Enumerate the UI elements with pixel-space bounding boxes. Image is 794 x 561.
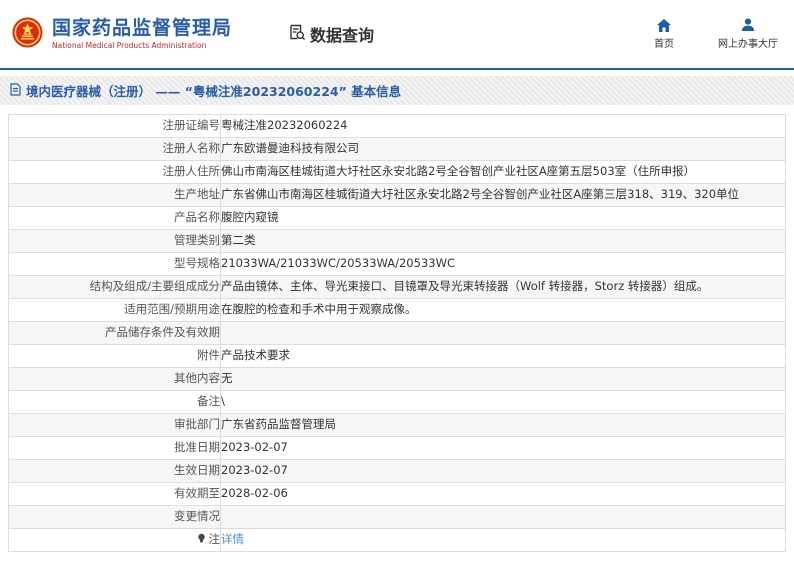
table-row: 管理类别 第二类 [8,229,786,253]
row-label: 审批部门 [8,413,221,437]
row-value: 腹腔内窥镜 [220,206,786,230]
row-label: 型号规格 [8,252,221,276]
row-value: 产品技术要求 [220,344,786,368]
registration-info-table: 注册证编号 粤械注准20232060224 注册人名称 广东欧谱曼迪科技有限公司 注册人… [8,114,786,552]
user-icon [741,18,755,32]
row-label: 生效日期 [8,459,221,483]
table-row: 型号规格 21033WA/21033WC/20533WA/20533WC [8,252,786,276]
row-label: 其他内容 [8,367,221,391]
row-label: 产品名称 [8,206,221,230]
row-value [220,505,786,529]
row-value: 2023-02-07 [220,436,786,460]
nav-online-hall[interactable]: 网上办事大厅 [718,18,778,50]
row-label: 适用范围/预期用途 [8,298,221,322]
document-icon [10,82,21,99]
row-value: 2023-02-07 [220,459,786,483]
table-row: 注册人住所 佛山市南海区桂城街道大圩社区永安北路2号全谷智创产业社区A座第五层50… [8,160,786,184]
table-row: 产品名称 腹腔内窥镜 [8,206,786,230]
row-value: 广东省药品监督管理局 [220,413,786,437]
info-table-body: 注册证编号 粤械注准20232060224 注册人名称 广东欧谱曼迪科技有限公司 注册人… [8,114,786,552]
table-row: 产品储存条件及有效期 [8,321,786,345]
breadcrumb: 境内医疗器械（注册） —— “粤械注准20232060224” 基本信息 [0,76,794,105]
header: 国家药品监督管理局 National Medical Products Admi… [0,0,794,70]
row-label: 产品储存条件及有效期 [8,321,221,345]
data-query-label: 数据查询 [310,26,375,45]
row-value: 在腹腔的检查和手术中用于观察成像。 [220,298,786,322]
nav-home[interactable]: 首页 [654,18,674,50]
table-row: 备注 \ [8,390,786,414]
table-row: 适用范围/预期用途 在腹腔的检查和手术中用于观察成像。 [8,298,786,322]
table-row: 其他内容无 [8,367,786,391]
table-row: 批准日期 2023-02-07 [8,436,786,460]
table-row: 附件 产品技术要求 [8,344,786,368]
row-label: 结构及组成/主要组成成分 [8,275,221,299]
home-icon [657,18,671,32]
agency-title: 国家药品监督管理局 [52,16,233,39]
row-label: 附件 [8,344,221,368]
agency-subtitle: National Medical Products Administration [52,40,207,50]
row-value: 第二类 [220,229,786,253]
row-value: \ [220,390,786,414]
data-query-section: 数据查询 [288,22,374,46]
row-label: 注册人住所 [8,160,221,184]
row-value: 2028-02-06 [220,482,786,506]
bulb-icon [197,533,206,548]
row-value [220,321,786,345]
row-label: 管理类别 [8,229,221,253]
national-emblem-icon [12,16,43,52]
row-label: 注册人名称 [8,137,221,161]
row-value: 广东省佛山市南海区桂城街道大圩社区永安北路2号全谷智创产业社区A座第三层318、… [220,183,786,207]
row-label: 变更情况 [8,505,221,529]
table-row: 注详情 [8,528,786,552]
row-value: 广东欧谱曼迪科技有限公司 [220,137,786,161]
table-row: 注册人名称 广东欧谱曼迪科技有限公司 [8,137,786,161]
row-label: 批准日期 [8,436,221,460]
row-label: 有效期至 [8,482,221,506]
row-label: 备注 [8,390,221,414]
table-row: 注册证编号 粤械注准20232060224 [8,114,786,138]
table-row: 审批部门 广东省药品监督管理局 [8,413,786,437]
table-row: 有效期至 2028-02-06 [8,482,786,506]
document-search-icon [288,23,306,45]
table-row: 生产地址 广东省佛山市南海区桂城街道大圩社区永安北路2号全谷智创产业社区A座第三层… [8,183,786,207]
row-value: 详情 [220,528,786,552]
table-row: 变更情况 [8,505,786,529]
row-value: 21033WA/21033WC/20533WA/20533WC [220,252,786,276]
nav-home-label: 首页 [654,39,674,50]
row-value: 佛山市南海区桂城街道大圩社区永安北路2号全谷智创产业社区A座第五层503室（住所… [220,160,786,184]
row-label: 注 [8,528,221,552]
nav-online-hall-label: 网上办事大厅 [718,39,778,50]
agency-identity: 国家药品监督管理局 National Medical Products Admi… [52,18,232,50]
row-label: 生产地址 [8,183,221,207]
row-label: 注册证编号 [8,114,221,138]
table-row: 结构及组成/主要组成成分 产品由镜体、主体、导光束接口、目镜罩及导光束转接器（Wo… [8,275,786,299]
row-value: 无 [220,367,786,391]
row-value: 粤械注准20232060224 [220,114,786,138]
table-row: 生效日期 2023-02-07 [8,459,786,483]
details-link[interactable]: 详情 [222,532,245,546]
breadcrumb-text: 境内医疗器械（注册） —— “粤械注准20232060224” 基本信息 [26,84,402,99]
row-value: 产品由镜体、主体、导光束接口、目镜罩及导光束转接器（Wolf 转接器，Storz… [220,275,786,299]
